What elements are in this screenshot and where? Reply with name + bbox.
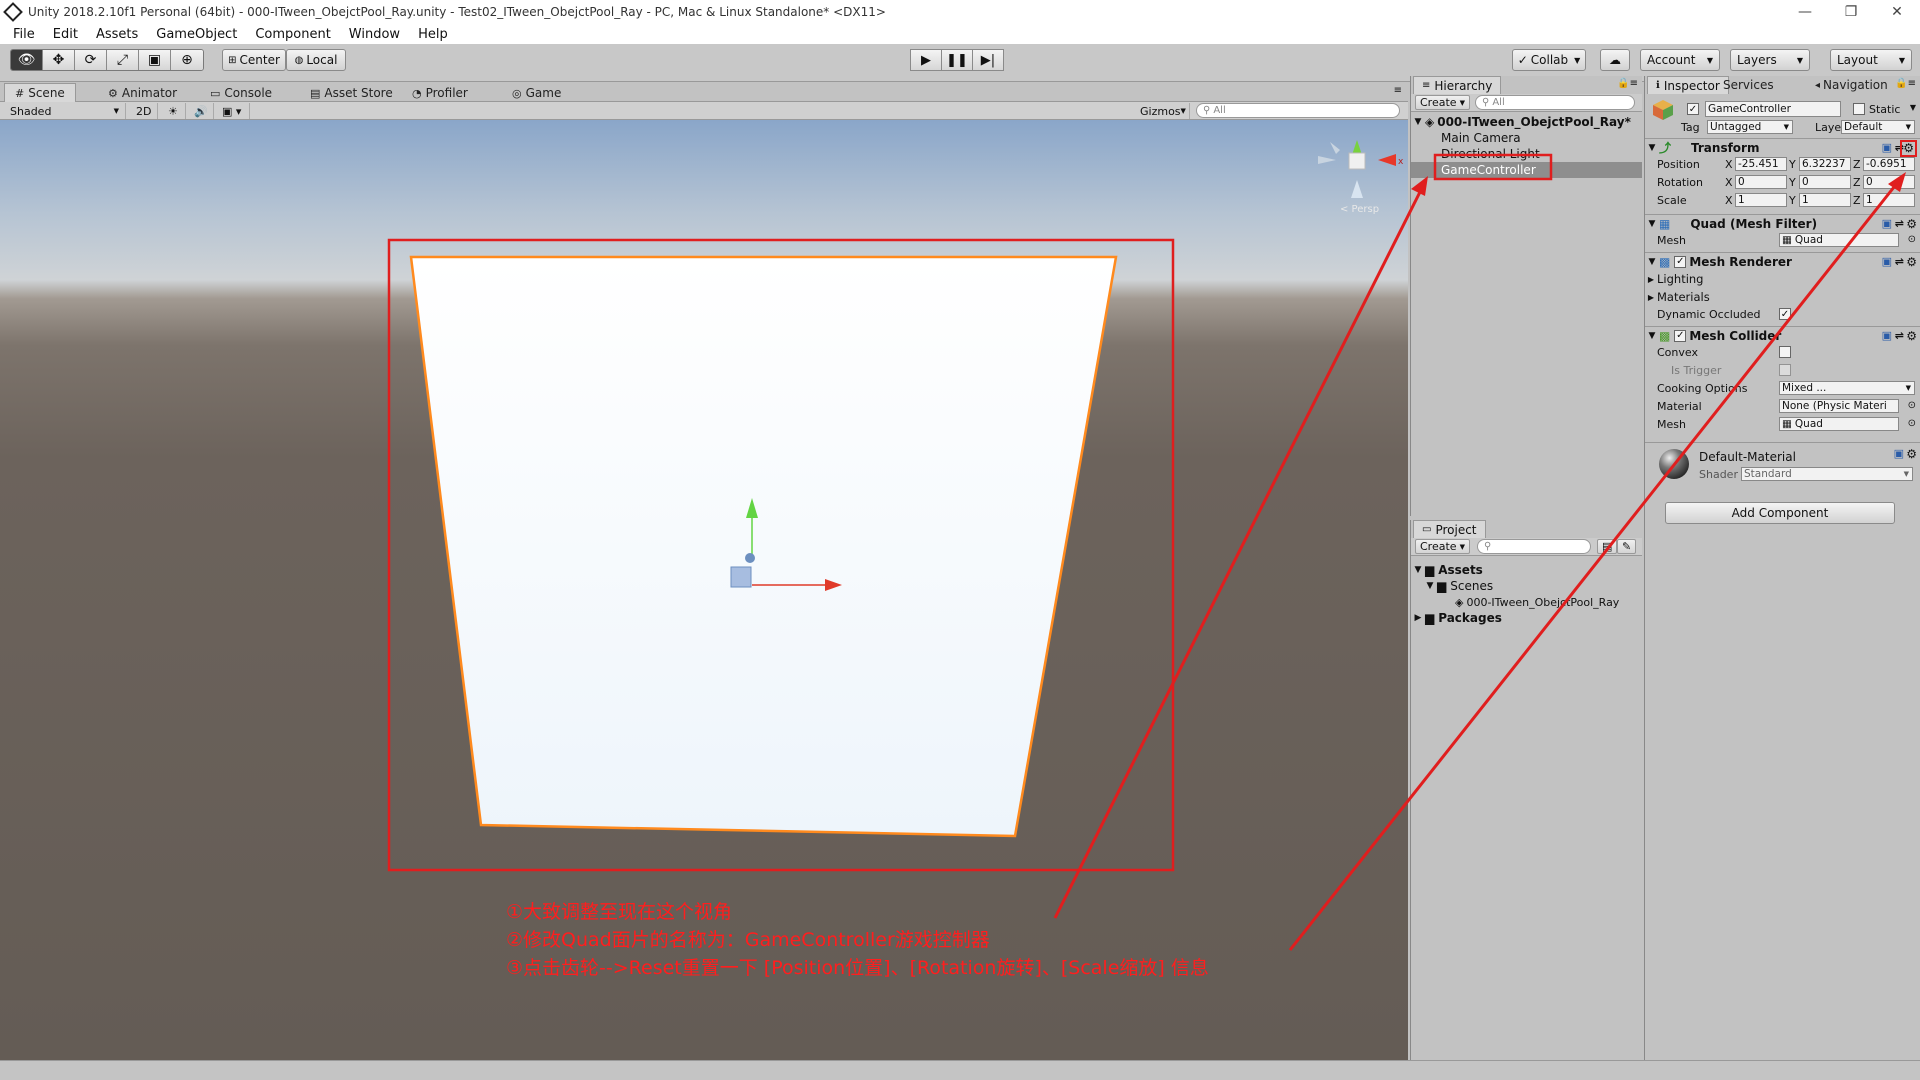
annotation-step-3: ③点击齿轮-->Reset重置一下 [Position位置]、[Rotation…: [506, 957, 1209, 979]
status-bar: [0, 1060, 1920, 1080]
arrowhead-icon: [1411, 176, 1428, 196]
annotation-arrow-reset: [1288, 181, 1900, 951]
annotation-step-1: ①大致调整至现在这个视角: [506, 901, 733, 923]
annotation-step-2: ②修改Quad面片的名称为：GameController游戏控制器: [506, 929, 990, 951]
annotation-arrow-rename: [1053, 187, 1424, 919]
annotation-text: ①大致调整至现在这个视角 ②修改Quad面片的名称为：GameControlle…: [506, 898, 1209, 982]
annotation-box-gamecontroller: [1433, 153, 1553, 181]
